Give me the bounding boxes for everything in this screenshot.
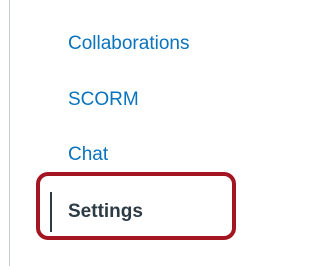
nav-item-collaborations[interactable]: Collaborations [68, 32, 189, 56]
nav-item-scorm[interactable]: SCORM [68, 88, 139, 112]
nav-item-settings[interactable]: Settings [68, 200, 143, 224]
course-navigation-crop: Collaborations SCORM Chat Settings [0, 0, 264, 266]
active-nav-indicator [50, 192, 52, 232]
course-navigation-menu: Collaborations SCORM Chat Settings [0, 0, 264, 266]
nav-item-chat[interactable]: Chat [68, 143, 108, 167]
